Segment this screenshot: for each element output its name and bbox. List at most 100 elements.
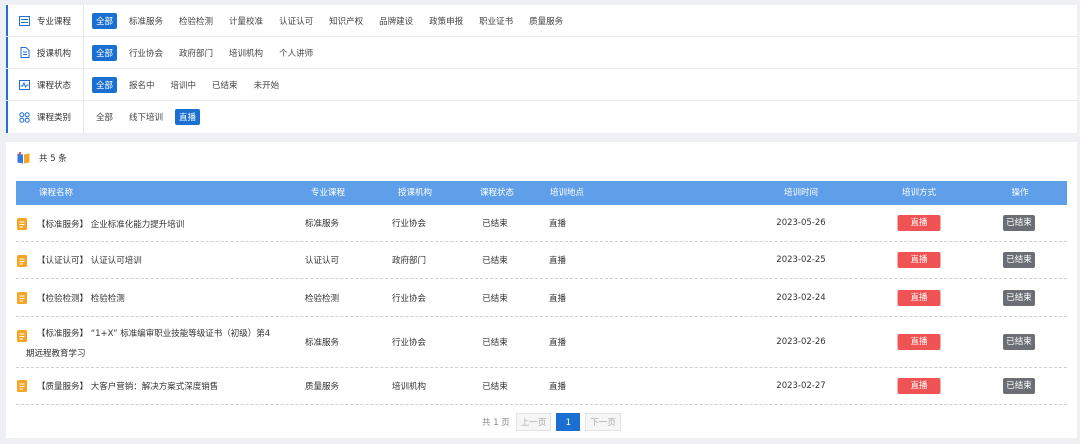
course-organization: 行业协会 [391, 293, 427, 304]
result-count: 共 5 条 [39, 154, 67, 164]
page-total: 共 1 页 [482, 418, 510, 428]
course-date: 2023-05-26 [776, 218, 826, 228]
result-summary: 共 5 条 [17, 152, 67, 164]
column-header: 操作 [1011, 188, 1029, 198]
book-icon [17, 152, 30, 164]
column-header: 培训时间 [783, 188, 819, 198]
filter-option-live[interactable]: 直播 [175, 109, 201, 125]
course-status: 已结束 [482, 293, 508, 304]
filter-option[interactable]: 报名中 [125, 77, 159, 93]
filter-option[interactable]: 行业协会 [125, 45, 167, 61]
course-title-link[interactable]: 【标准服务】 “1+X” 标准编审职业技能等级证书（初级）第4期远程教育学习 [26, 324, 271, 364]
filter-options: 全部 标准服务 检验检测 计量校准 认证认可 知识产权 品牌建设 政策申报 职业… [84, 12, 575, 29]
filter-option[interactable]: 培训机构 [225, 45, 267, 61]
column-header: 培训地点 [549, 188, 585, 198]
course-location: 直播 [549, 382, 567, 392]
live-mode-button[interactable]: 直播 [897, 334, 941, 350]
filter-option[interactable]: 计量校准 [225, 13, 267, 29]
table-row[interactable]: 【认证认可】 认证认可培训 认证认可 政府部门 已结束 直播 2023-02-2… [16, 242, 1067, 279]
filter-option-all[interactable]: 全部 [92, 76, 118, 93]
table-row[interactable]: 【标准服务】 企业标准化能力提升培训 标准服务 行业协会 已结束 直播 2023… [16, 205, 1067, 242]
row-accent-stripe [6, 37, 8, 68]
course-category: 标准服务 [304, 219, 340, 229]
document-icon [17, 380, 27, 392]
course-location: 直播 [549, 293, 567, 304]
course-title-link[interactable]: 【标准服务】 企业标准化能力提升培训 [37, 218, 184, 230]
table-row[interactable]: 【质量服务】 大客户营销：解决方案式深度销售 质量服务 培训机构 已结束 直播 … [16, 368, 1067, 405]
current-page-button[interactable]: 1 [556, 413, 581, 431]
filter-label-category: 专业课程 [6, 5, 84, 36]
filter-option-all[interactable]: 全部 [92, 109, 117, 125]
next-page-button[interactable]: 下一页 [585, 413, 621, 431]
pagination: 共 1 页 上一页 1 下一页 [482, 413, 626, 431]
column-header: 专业课程 [310, 188, 346, 198]
filter-option[interactable]: 品牌建设 [375, 13, 417, 29]
course-title-link[interactable]: 【认证认可】 认证认可培训 [37, 254, 142, 266]
filter-option[interactable]: 政府部门 [175, 45, 217, 61]
filter-option[interactable]: 政策申报 [425, 13, 467, 29]
course-organization: 行业协会 [391, 219, 427, 229]
column-header: 授课机构 [397, 188, 433, 198]
filter-option[interactable]: 线下培训 [125, 109, 167, 125]
course-organization: 培训机构 [391, 382, 427, 392]
row-accent-stripe [6, 69, 8, 100]
filter-row-category: 专业课程 全部 标准服务 检验检测 计量校准 认证认可 知识产权 品牌建设 政策… [6, 5, 1077, 37]
ended-action-button[interactable]: 已结束 [1003, 378, 1035, 394]
live-mode-button[interactable]: 直播 [897, 378, 941, 394]
live-mode-button[interactable]: 直播 [897, 252, 941, 268]
live-mode-button[interactable]: 直播 [897, 215, 941, 231]
course-date: 2023-02-26 [776, 337, 826, 347]
filter-option[interactable]: 未开始 [250, 77, 284, 93]
filter-option[interactable]: 标准服务 [125, 13, 167, 29]
filter-options: 全部 线下培训 直播 [84, 109, 208, 125]
column-header: 培训方式 [901, 188, 937, 198]
filter-option[interactable]: 职业证书 [475, 13, 517, 29]
course-date: 2023-02-24 [776, 292, 826, 303]
table-header: 课程名称 专业课程 授课机构 课程状态 培训地点 培训时间 培训方式 操作 [16, 181, 1067, 205]
course-status: 已结束 [482, 338, 508, 348]
filter-row-type: 课程类别 全部 线下培训 直播 [6, 101, 1077, 133]
row-accent-stripe [6, 101, 8, 133]
course-category: 标准服务 [304, 338, 340, 348]
ended-action-button[interactable]: 已结束 [1003, 334, 1035, 350]
filter-option[interactable]: 知识产权 [325, 13, 367, 29]
filter-option[interactable]: 个人讲师 [275, 45, 317, 61]
filter-option-all[interactable]: 全部 [92, 44, 118, 61]
ended-action-button[interactable]: 已结束 [1003, 252, 1035, 268]
table-row[interactable]: 【检验检测】 检验检测 检验检测 行业协会 已结束 直播 2023-02-24 … [16, 279, 1067, 317]
document-icon [17, 292, 27, 304]
ended-action-button[interactable]: 已结束 [1003, 289, 1035, 306]
filter-option[interactable]: 培训中 [167, 77, 201, 93]
filter-option-all[interactable]: 全部 [92, 12, 118, 29]
live-mode-button[interactable]: 直播 [897, 289, 941, 306]
filter-label-status: 课程状态 [6, 69, 84, 100]
grid-icon [19, 111, 30, 123]
course-status: 已结束 [482, 256, 508, 266]
filter-row-status: 课程状态 全部 报名中 培训中 已结束 未开始 [6, 69, 1077, 101]
course-category: 检验检测 [304, 293, 340, 304]
pulse-icon [19, 79, 30, 90]
course-location: 直播 [549, 256, 567, 266]
course-list-panel: 共 5 条 课程名称 专业课程 授课机构 课程状态 培训地点 培训时间 培训方式… [6, 142, 1077, 438]
filter-option[interactable]: 已结束 [208, 77, 242, 93]
course-location: 直播 [549, 338, 567, 348]
course-status: 已结束 [482, 382, 508, 392]
document-icon [19, 47, 30, 58]
course-category: 认证认可 [304, 256, 340, 266]
list-icon [19, 15, 30, 26]
table-row[interactable]: 【标准服务】 “1+X” 标准编审职业技能等级证书（初级）第4期远程教育学习 标… [16, 317, 1067, 368]
course-title-link[interactable]: 【质量服务】 大客户营销：解决方案式深度销售 [37, 380, 218, 392]
document-icon [17, 218, 27, 230]
course-date: 2023-02-27 [776, 381, 826, 391]
filter-label-text: 课程类别 [37, 113, 72, 123]
filter-options: 全部 报名中 培训中 已结束 未开始 [84, 76, 291, 93]
prev-page-button[interactable]: 上一页 [515, 413, 552, 431]
filter-option[interactable]: 检验检测 [175, 13, 217, 29]
filter-panel: 专业课程 全部 标准服务 检验检测 计量校准 认证认可 知识产权 品牌建设 政策… [6, 5, 1077, 133]
filter-option[interactable]: 认证认可 [275, 13, 317, 29]
ended-action-button[interactable]: 已结束 [1003, 215, 1035, 231]
filter-option[interactable]: 质量服务 [525, 13, 567, 29]
filter-options: 全部 行业协会 政府部门 培训机构 个人讲师 [84, 44, 325, 61]
filter-label-text: 专业课程 [37, 16, 72, 27]
course-title-link[interactable]: 【检验检测】 检验检测 [37, 292, 125, 304]
